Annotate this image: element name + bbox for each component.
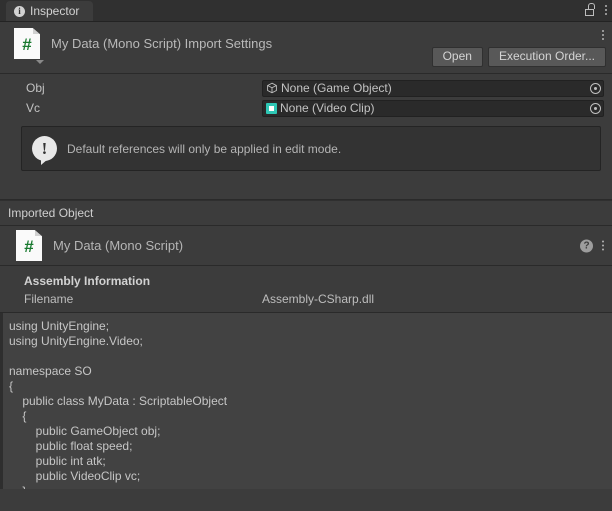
object-field-obj-value: None (Game Object) bbox=[281, 81, 392, 95]
assembly-information-title: Assembly Information bbox=[24, 274, 151, 288]
videoclip-icon bbox=[266, 102, 277, 114]
object-picker-icon-obj[interactable] bbox=[588, 81, 602, 95]
tab-inspector[interactable]: i Inspector bbox=[6, 1, 94, 21]
assembly-filename-label: Filename bbox=[24, 292, 74, 306]
helpbox-container: ! Default references will only be applie… bbox=[0, 120, 612, 171]
csharp-script-icon[interactable]: # bbox=[14, 28, 44, 64]
kebab-menu-icon[interactable] bbox=[604, 4, 608, 15]
csharp-script-icon: # bbox=[16, 230, 42, 261]
property-label-vc: Vc bbox=[26, 101, 41, 115]
tab-inspector-label: Inspector bbox=[30, 4, 80, 18]
property-label-obj: Obj bbox=[26, 81, 45, 95]
assembly-information-section: Assembly Information Filename Assembly-C… bbox=[0, 266, 612, 313]
info-bubble-icon: ! bbox=[32, 136, 57, 165]
component-header-controls: ? bbox=[580, 239, 605, 252]
object-field-vc[interactable]: None (Video Clip) bbox=[262, 99, 604, 117]
tab-bar-controls bbox=[585, 3, 608, 16]
inspector-window: i Inspector # My Data (Mono Script) Impo… bbox=[0, 0, 612, 511]
tab-bar: i Inspector bbox=[0, 0, 612, 22]
help-icon[interactable]: ? bbox=[580, 239, 593, 252]
assembly-filename-row: Filename Assembly-CSharp.dll bbox=[0, 292, 612, 306]
property-row-obj: Obj None (Game Object) bbox=[0, 78, 612, 98]
component-kebab-menu-icon[interactable] bbox=[601, 240, 605, 251]
imported-object-header: Imported Object bbox=[0, 200, 612, 226]
default-references-properties: Obj None (Game Object) Vc None (Video Cl… bbox=[0, 73, 612, 120]
object-field-vc-value: None (Video Clip) bbox=[280, 101, 375, 115]
script-source-code: using UnityEngine; using UnityEngine.Vid… bbox=[9, 319, 228, 489]
helpbox: ! Default references will only be applie… bbox=[21, 126, 601, 171]
importer-buttons: Open Execution Order... bbox=[431, 47, 606, 67]
open-button[interactable]: Open bbox=[431, 47, 483, 67]
gameobject-cube-icon bbox=[266, 82, 278, 94]
info-icon: i bbox=[14, 5, 25, 17]
lock-icon[interactable] bbox=[585, 3, 596, 16]
importer-kebab-menu-icon[interactable] bbox=[601, 30, 605, 40]
component-title: My Data (Mono Script) bbox=[53, 238, 184, 253]
helpbox-message: Default references will only be applied … bbox=[67, 141, 342, 156]
script-source-preview: using UnityEngine; using UnityEngine.Vid… bbox=[0, 313, 612, 489]
component-header-myscript[interactable]: # My Data (Mono Script) ? bbox=[0, 226, 612, 266]
importer-header: # My Data (Mono Script) Import Settings … bbox=[0, 22, 612, 73]
assembly-filename-value: Assembly-CSharp.dll bbox=[262, 292, 375, 306]
property-row-vc: Vc None (Video Clip) bbox=[0, 98, 612, 118]
object-picker-icon-vc[interactable] bbox=[588, 101, 602, 115]
importer-title: My Data (Mono Script) Import Settings bbox=[51, 36, 273, 51]
imported-object-header-label: Imported Object bbox=[8, 206, 94, 220]
execution-order-button[interactable]: Execution Order... bbox=[487, 47, 606, 67]
object-field-obj[interactable]: None (Game Object) bbox=[262, 79, 604, 97]
